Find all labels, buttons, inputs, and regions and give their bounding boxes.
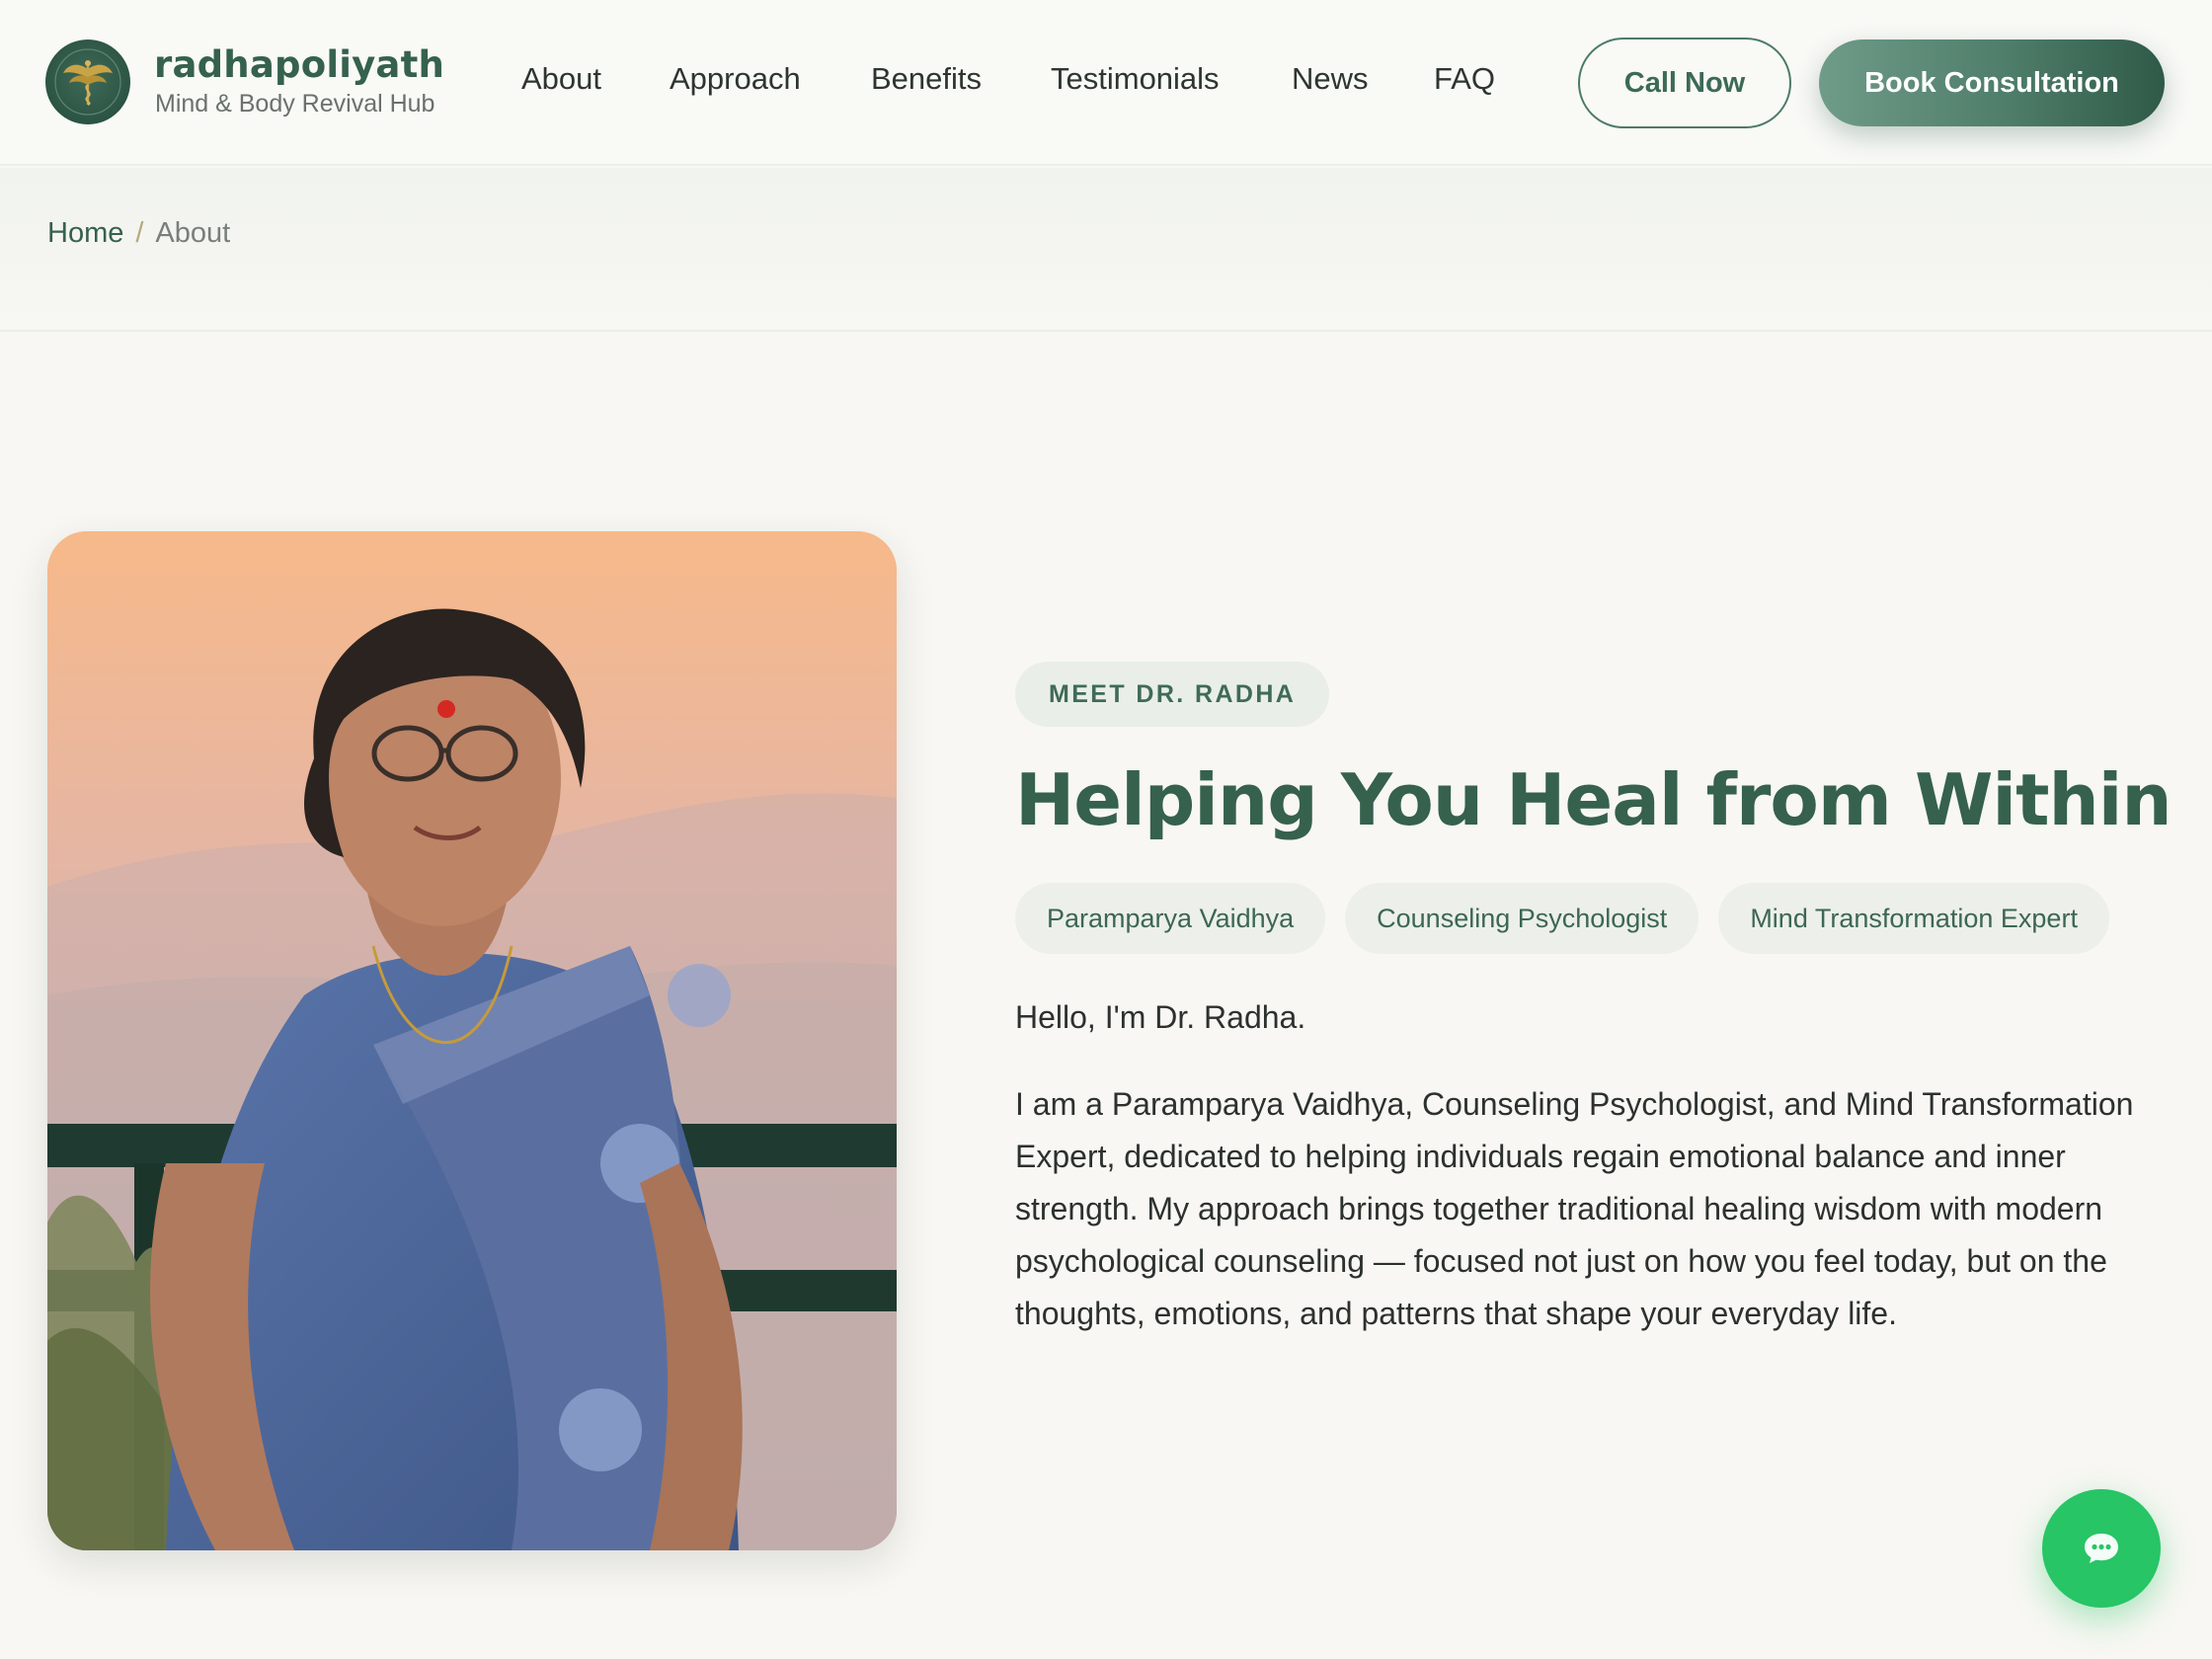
chat-button[interactable] xyxy=(2042,1489,2161,1608)
greeting-text: Hello, I'm Dr. Radha. xyxy=(1015,999,1306,1035)
credential-tags: Paramparya Vaidhya Counseling Psychologi… xyxy=(1015,883,2109,954)
nav-link-news[interactable]: News xyxy=(1292,61,1369,97)
eyebrow-badge: MEET DR. RADHA xyxy=(1015,662,1330,727)
nav-link-about[interactable]: About xyxy=(521,61,601,97)
call-now-button[interactable]: Call Now xyxy=(1578,38,1791,128)
bio-paragraph: I am a Paramparya Vaidhya, Counseling Ps… xyxy=(1015,1086,2134,1331)
tag-paramparya-vaidhya: Paramparya Vaidhya xyxy=(1015,883,1326,954)
portrait-photo xyxy=(47,531,897,1550)
book-consultation-button[interactable]: Book Consultation xyxy=(1819,40,2165,126)
breadcrumb: Home / About xyxy=(47,217,230,250)
nav-link-benefits[interactable]: Benefits xyxy=(871,61,982,97)
chat-bubble-icon xyxy=(2085,1534,2118,1563)
nav-link-faq[interactable]: FAQ xyxy=(1434,61,1495,97)
brand-name[interactable]: radhapoliyath xyxy=(154,43,444,86)
site-header: radhapoliyath Mind & Body Revival Hub Ab… xyxy=(0,0,2212,166)
page-headline: Helping You Heal from Within xyxy=(1015,758,2172,841)
logo-icon[interactable] xyxy=(45,40,130,124)
breadcrumb-current: About xyxy=(155,217,231,249)
tag-mind-transformation-expert: Mind Transformation Expert xyxy=(1718,883,2109,954)
tag-counseling-psychologist: Counseling Psychologist xyxy=(1345,883,1699,954)
breadcrumb-separator: / xyxy=(135,217,144,249)
breadcrumb-bar: Home / About xyxy=(0,168,2212,332)
breadcrumb-home-link[interactable]: Home xyxy=(47,217,123,249)
brand-tagline: Mind & Body Revival Hub xyxy=(155,90,435,118)
nav-link-approach[interactable]: Approach xyxy=(670,61,801,97)
nav-link-testimonials[interactable]: Testimonials xyxy=(1051,61,1220,97)
